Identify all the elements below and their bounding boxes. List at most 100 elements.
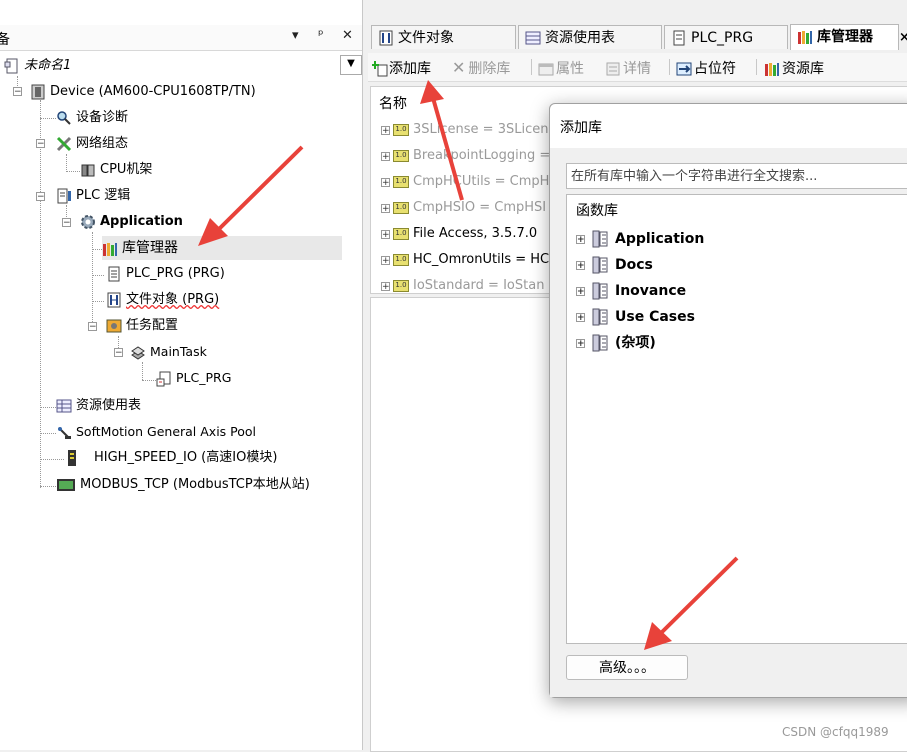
tree-item-maintask[interactable]: MainTask — [130, 340, 207, 364]
tree-item-high-speed-io[interactable]: HIGH_SPEED_IO (高速IO模块) — [64, 446, 277, 470]
placeholder-button[interactable]: 占位符 — [676, 58, 736, 78]
editor-tabs: 文件对象 资源使用表 PLC_PRG 库管理器 × — [367, 24, 907, 50]
device-pane-title: 备 — [0, 32, 10, 48]
add-library-button[interactable]: 添加库 — [372, 58, 431, 78]
list-item[interactable]: +1.0 CmpHCUtils = CmpH — [379, 170, 549, 194]
tree-label: PLC_PRG (PRG) — [126, 266, 225, 281]
tree-label: SoftMotion General Axis Pool — [76, 424, 257, 439]
tree-item-cpu-rack[interactable]: CPU机架 — [80, 158, 152, 182]
advanced-button[interactable]: 高级。。。 — [566, 655, 688, 680]
tree-label: 库管理器 — [122, 240, 178, 256]
tree-item-device-diagnosis[interactable]: 设备诊断 — [56, 106, 128, 130]
list-item[interactable]: +1.0 3SLicense = 3SLicen — [379, 118, 548, 142]
library-version-icon: 1.0 — [393, 123, 409, 136]
library-category-icon — [592, 308, 608, 326]
tab-plc-prg[interactable]: PLC_PRG — [664, 25, 788, 49]
expander-application[interactable]: − — [62, 218, 71, 228]
search-input[interactable]: 在所有库中输入一个字符串进行全文搜索... — [566, 163, 907, 189]
expander[interactable]: + — [576, 312, 585, 322]
delete-library-button[interactable]: ✕ 删除库 — [452, 58, 510, 78]
list-item[interactable]: +1.0 IoStandard = IoStan — [379, 274, 544, 292]
tree-item-modbus-tcp[interactable]: MODBUS_TCP (ModbusTCP本地从站) — [56, 473, 310, 497]
library-version-icon: 1.0 — [393, 201, 409, 214]
tree-label: PLC 逻辑 — [76, 188, 131, 203]
library-version-icon: 1.0 — [393, 253, 409, 266]
dialog-title: 添加库 — [560, 120, 602, 136]
category-label: Application — [615, 231, 705, 247]
tab-resource-table[interactable]: 资源使用表 — [518, 25, 662, 49]
library-category-icon — [592, 256, 608, 274]
category-item-use-cases[interactable]: + Use Cases — [576, 305, 695, 329]
expander-device[interactable]: − — [13, 87, 22, 97]
tree-label: 网络组态 — [76, 136, 129, 151]
library-name: IoStandard = IoStan — [413, 278, 545, 292]
properties-button[interactable]: 属性 — [538, 58, 584, 78]
list-item[interactable]: +1.0 CmpHSIO = CmpHSI — [379, 196, 546, 220]
expander[interactable]: + — [381, 230, 390, 240]
task-config-icon — [106, 319, 122, 332]
program-call-icon — [156, 371, 171, 386]
expander[interactable]: + — [576, 234, 585, 244]
details-button[interactable]: 详情 — [605, 58, 651, 78]
expander[interactable]: + — [381, 152, 390, 162]
details-label: 详情 — [623, 61, 651, 77]
list-item[interactable]: +1.0 File Access, 3.5.7.0 — [379, 222, 537, 246]
library-name: BreakpointLogging = — [413, 148, 551, 163]
tab-file-object[interactable]: 文件对象 — [371, 25, 516, 49]
column-header-name[interactable]: 名称 — [379, 93, 407, 113]
tree-item-project[interactable]: 未命名1 — [4, 54, 71, 78]
tree-item-device[interactable]: Device (AM600-CPU1608TP/TN) — [30, 80, 256, 104]
tab-close-button[interactable]: × — [899, 30, 907, 45]
expander[interactable]: + — [381, 282, 390, 292]
io-module-icon — [68, 449, 76, 466]
tree-label: Device (AM600-CPU1608TP/TN) — [50, 84, 256, 99]
tools-icon — [56, 136, 72, 151]
tree-label: 任务配置 — [126, 318, 179, 333]
tree-item-resource-table[interactable]: 资源使用表 — [56, 394, 141, 418]
tree-item-maintask-plc-prg[interactable]: PLC_PRG — [156, 366, 231, 390]
library-repository-button[interactable]: 资源库 — [764, 58, 824, 78]
expander[interactable]: + — [381, 204, 390, 214]
tree-dropdown-button[interactable]: ▼ — [340, 55, 362, 75]
library-manager-icon — [103, 242, 117, 256]
expander-maintask[interactable]: − — [114, 348, 123, 358]
program-icon — [108, 266, 120, 281]
category-item-docs[interactable]: + Docs — [576, 253, 653, 277]
expander-network[interactable]: − — [36, 139, 45, 149]
pane-dropdown-button[interactable]: ▾ — [292, 28, 299, 43]
tree-item-library-manager[interactable]: 库管理器 — [102, 236, 342, 260]
expander[interactable]: + — [576, 260, 585, 270]
tab-library-manager[interactable]: 库管理器 — [790, 24, 899, 50]
list-item[interactable]: +1.0 HC_OmronUtils = HC — [379, 248, 549, 272]
expander[interactable]: + — [381, 256, 390, 266]
tree-item-plc-prg[interactable]: PLC_PRG (PRG) — [106, 262, 225, 286]
tree-item-task-config[interactable]: 任务配置 — [106, 314, 178, 338]
watermark: CSDN @cfqq1989 — [782, 725, 889, 739]
add-library-icon — [372, 61, 388, 77]
tree-item-plc-logic[interactable]: PLC 逻辑 — [56, 184, 130, 208]
tree-label: 资源使用表 — [76, 398, 142, 413]
add-library-dialog: 添加库 在所有库中输入一个字符串进行全文搜索... 函数库 + Applicati… — [549, 103, 907, 698]
tree-item-softmotion-axis-pool[interactable]: SoftMotion General Axis Pool — [56, 420, 256, 444]
expander[interactable]: + — [576, 286, 585, 296]
tab-label: 文件对象 — [398, 30, 454, 46]
tree-item-application[interactable]: Application — [80, 210, 183, 234]
column-header-libraries[interactable]: 函数库 — [576, 200, 618, 220]
expander[interactable]: + — [381, 126, 390, 136]
delete-library-label: 删除库 — [468, 61, 511, 77]
tree-label: CPU机架 — [100, 162, 153, 177]
expander[interactable]: + — [576, 338, 585, 348]
expander-plc-logic[interactable]: − — [36, 192, 45, 202]
pane-pin-button[interactable]: ᵖ — [318, 28, 324, 43]
category-item-application[interactable]: + Application — [576, 227, 704, 251]
pane-close-button[interactable]: ✕ — [342, 28, 353, 43]
table-icon — [525, 31, 541, 45]
expander[interactable]: + — [381, 178, 390, 188]
tree-item-file-object[interactable]: 文件对象 (PRG) — [106, 288, 219, 312]
list-item[interactable]: +1.0 BreakpointLogging = — [379, 144, 550, 168]
expander-task-config[interactable]: − — [88, 322, 97, 332]
library-name: File Access, 3.5.7.0 — [413, 226, 538, 241]
category-item-inovance[interactable]: + Inovance — [576, 279, 686, 303]
category-item-misc[interactable]: + (杂项) — [576, 331, 656, 355]
tree-item-network-config[interactable]: 网络组态 — [56, 132, 128, 156]
